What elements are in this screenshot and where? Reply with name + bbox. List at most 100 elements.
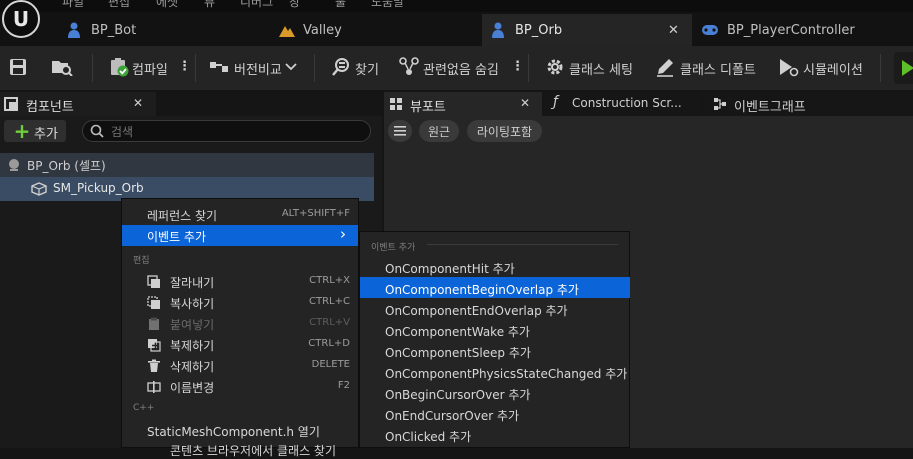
play-button[interactable] [894,52,913,84]
plus-icon: + [13,119,31,143]
menu-bar: 파일 편집 에셋 뷰 디버그 창 툴 도움말 [0,0,913,12]
menu-item-duplicate[interactable]: 복제하기 [170,337,214,354]
tab-label: 뷰포트 [410,100,446,115]
tab-label: BP_PlayerController [727,22,855,38]
menu-tools[interactable]: 툴 [335,0,346,10]
find-icon[interactable] [330,56,352,78]
tab-valley[interactable]: Valley [270,14,480,46]
search-input[interactable] [109,122,363,142]
toolbar-separator [92,54,93,82]
tab-event-graph[interactable]: 이벤트그래프 [704,92,913,116]
tab-label: BP_Bot [91,22,137,38]
component-search-box[interactable] [82,120,371,142]
gear-icon[interactable] [544,56,566,78]
menu-help[interactable]: 도움말 [371,0,404,10]
event-item-onendcursorover[interactable]: OnEndCursorOver 추가 [385,407,519,424]
paste-icon [146,316,162,332]
tab-construction-script[interactable]: ƒ Construction Scr... [544,92,702,116]
hide-unrelated-button[interactable]: 관련없음 숨김 [423,59,499,78]
menu-view[interactable]: 뷰 [204,0,215,10]
event-item-oncomponenthit[interactable]: OnComponentHit 추가 [385,260,515,277]
toolbar-separator [528,54,529,82]
submenu-section-header: 이벤트 추가 [371,243,416,253]
toolbar-separator [880,54,881,82]
menu-item-delete[interactable]: 삭제하기 [170,358,214,375]
tab-bp-playercontroller[interactable]: BP_PlayerController [694,14,913,46]
add-component-button[interactable]: + 추가 [4,119,66,143]
menu-window[interactable]: 창 [289,0,300,10]
rename-icon [146,379,162,395]
menu-item-copy[interactable]: 복사하기 [170,295,214,312]
class-defaults-icon[interactable] [654,56,676,78]
shortcut-find-references: ALT+SHIFT+F [281,208,350,219]
pawn-icon [490,22,506,38]
compile-button[interactable]: 컴파일 [132,59,168,78]
viewport-options-button[interactable] [388,120,412,142]
copy-icon [146,295,162,311]
close-icon[interactable]: ✕ [668,23,679,38]
menu-file[interactable]: 파일 [62,0,84,10]
submenu-arrow-icon: › [340,225,346,243]
tab-viewport[interactable]: 뷰포트 ✕ [384,92,542,116]
menu-item-find-class[interactable]: 콘텐츠 브라우저에서 클래스 찾기 [170,442,336,459]
event-item-oncomponentwake[interactable]: OnComponentWake 추가 [385,323,530,340]
find-button[interactable]: 찾기 [355,59,379,78]
perspective-button[interactable]: 원근 [419,120,459,142]
event-item-onbegincursorover[interactable]: OnBeginCursorOver 추가 [385,386,530,403]
class-settings-button[interactable]: 클래스 세팅 [569,59,633,78]
hide-unrelated-options-icon[interactable]: ⋮ [511,59,524,74]
section-header-cpp: C++ [133,403,155,413]
shortcut-cut: CTRL+X [309,275,350,286]
components-panel-title: 컴포넌트 [26,100,74,115]
level-icon [278,22,296,38]
menu-edit[interactable]: 편집 [108,0,130,10]
tab-label: 이벤트그래프 [734,100,806,115]
compile-icon[interactable] [108,56,130,78]
close-icon[interactable]: ✕ [133,96,143,110]
event-item-onclicked[interactable]: OnClicked 추가 [385,428,471,445]
tree-item-bp-orb[interactable]: BP_Orb (셀프) [0,153,374,177]
menu-item-find-references[interactable]: 레퍼런스 찾기 [147,207,217,224]
menu-item-cut[interactable]: 잘라내기 [170,274,214,291]
hamburger-icon [393,125,407,137]
viewport-icon [388,96,404,112]
close-icon[interactable]: ✕ [520,96,530,110]
event-item-oncomponentphysicsstatechanged[interactable]: OnComponentPhysicsStateChanged 추가 [385,365,627,382]
pawn-icon [66,22,82,38]
event-item-label: OnComponentBeginOverlap 추가 [385,283,579,297]
chevron-down-icon[interactable] [284,60,298,74]
menu-item-open-header[interactable]: StaticMeshComponent.h 열기 [147,423,320,440]
toolbar-separator [314,54,315,82]
shortcut-rename: F2 [337,380,350,391]
tab-bp-orb[interactable]: BP_Orb ✕ [482,14,692,46]
menu-item-rename[interactable]: 이름변경 [170,379,214,396]
hide-unrelated-icon[interactable] [398,56,420,78]
tab-label: Valley [303,22,342,38]
event-item-oncomponentendoverlap[interactable]: OnComponentEndOverlap 추가 [385,302,568,319]
menu-asset[interactable]: 에셋 [156,0,178,10]
shortcut-copy: CTRL+C [309,296,350,307]
simulation-button[interactable]: 시뮬레이션 [803,59,863,78]
submenu-divider [427,244,618,245]
duplicate-icon [146,337,162,353]
menu-item-add-event-label: 이벤트 추가 [147,230,207,244]
tab-label: Construction Scr... [572,96,682,110]
menu-debug[interactable]: 디버그 [240,0,273,10]
diff-button[interactable]: 버전비교 [234,59,282,78]
toolbar-separator [195,54,196,82]
lighting-mode-button[interactable]: 라이팅포함 [467,120,542,142]
compile-options-icon[interactable]: ⋮ [178,59,191,74]
diff-icon[interactable] [208,58,232,76]
class-defaults-button[interactable]: 클래스 디폴트 [680,59,756,78]
simulation-icon[interactable] [776,56,800,78]
save-icon[interactable] [8,57,28,77]
event-item-oncomponentsleep[interactable]: OnComponentSleep 추가 [385,344,531,361]
trash-icon [146,358,162,374]
tab-bp-bot[interactable]: BP_Bot [56,14,266,46]
gamepad-icon [700,22,720,38]
play-icon [900,59,913,77]
event-graph-icon [712,96,728,112]
browse-asset-icon[interactable] [50,57,74,77]
unreal-logo-icon[interactable]: U [2,0,40,38]
tab-label: BP_Orb [515,22,563,38]
